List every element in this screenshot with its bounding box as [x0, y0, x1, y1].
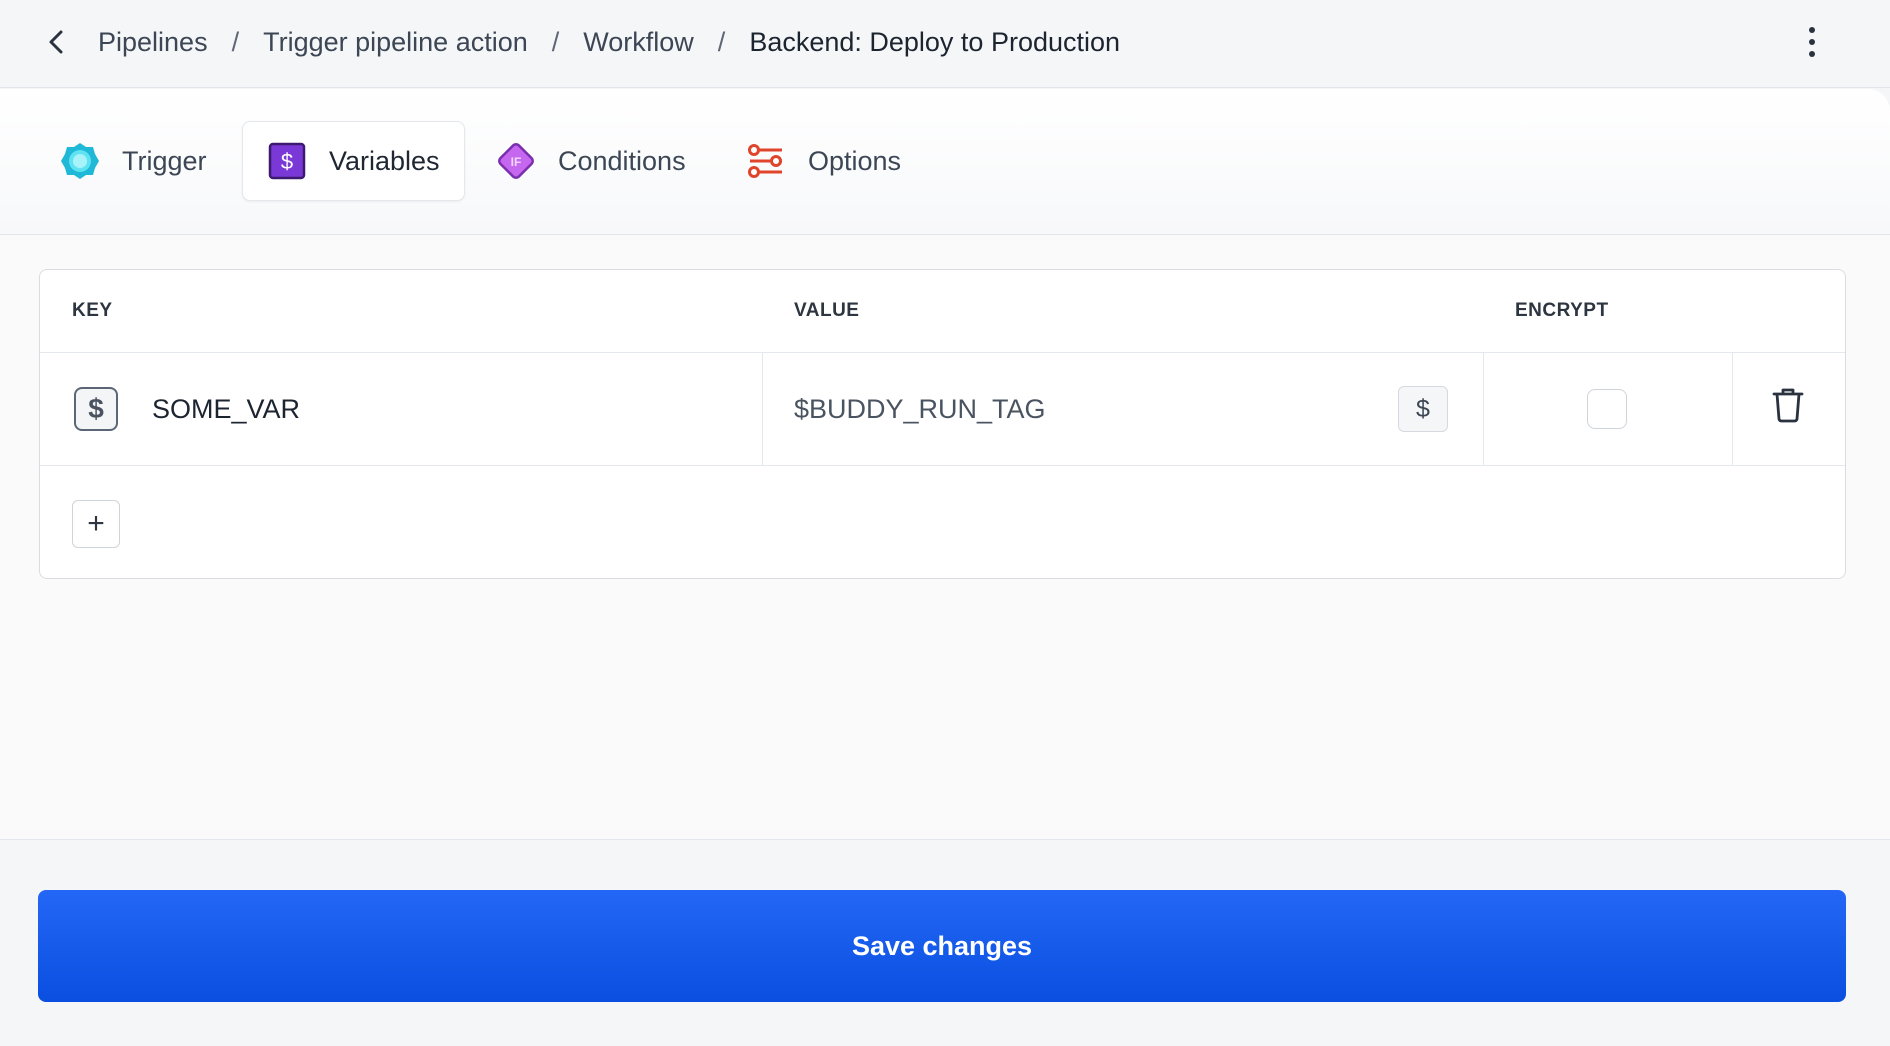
delete-variable-button[interactable] [1766, 383, 1810, 427]
breadcrumb-separator: / [551, 26, 560, 57]
breadcrumb: Pipelines / Trigger pipeline action / Wo… [98, 0, 1120, 84]
svg-text:IF: IF [511, 155, 522, 169]
breadcrumb-pipelines[interactable]: Pipelines [98, 27, 208, 58]
tab-bar: Trigger $ Variables IF Conditions Option… [0, 89, 1890, 235]
save-button[interactable]: Save changes [38, 890, 1846, 1002]
tab-trigger[interactable]: Trigger [58, 121, 229, 201]
tab-options[interactable]: Options [744, 121, 923, 201]
column-divider [1732, 353, 1733, 465]
chevron-left-icon [49, 30, 63, 54]
conditions-icon: IF [494, 139, 538, 183]
back-button[interactable] [36, 22, 76, 62]
variable-key[interactable]: SOME_VAR [152, 353, 300, 465]
tab-conditions[interactable]: IF Conditions [494, 121, 708, 201]
tab-label: Options [808, 145, 902, 176]
breadcrumb-current: Backend: Deploy to Production [749, 26, 1121, 57]
trash-icon [1772, 388, 1804, 423]
breadcrumb-workflow[interactable]: Workflow [583, 27, 694, 58]
pipeline-action-page: Pipelines / Trigger pipeline action / Wo… [0, 0, 1890, 1046]
variables-panel: KEY VALUE ENCRYPT $ SOME_VAR $BUDDY_RUN_… [0, 235, 1890, 840]
kebab-dot [1809, 27, 1815, 33]
variable-value[interactable]: $BUDDY_RUN_TAG [794, 353, 1046, 465]
column-header-encrypt: ENCRYPT [1515, 300, 1609, 321]
variable-icon: $ [265, 139, 309, 183]
tab-variables[interactable]: $ Variables [242, 121, 465, 201]
tab-label: Variables [329, 145, 440, 176]
kebab-dot [1809, 51, 1815, 57]
kebab-dot [1809, 39, 1815, 45]
column-divider [762, 353, 763, 465]
trigger-icon [58, 139, 102, 183]
breadcrumb-separator: / [717, 26, 726, 57]
svg-text:$: $ [281, 149, 293, 174]
insert-variable-button[interactable]: $ [1398, 386, 1448, 432]
encrypt-checkbox[interactable] [1587, 389, 1627, 429]
column-divider [1483, 353, 1484, 465]
column-header-value: VALUE [794, 300, 860, 321]
more-options-button[interactable] [1792, 20, 1832, 64]
add-variable-button[interactable]: + [72, 500, 120, 548]
breadcrumb-bar: Pipelines / Trigger pipeline action / Wo… [0, 0, 1890, 88]
variables-table: KEY VALUE ENCRYPT $ SOME_VAR $BUDDY_RUN_… [39, 269, 1846, 579]
options-icon [744, 139, 788, 183]
table-row: $ SOME_VAR $BUDDY_RUN_TAG $ [40, 352, 1845, 466]
variable-type-icon[interactable]: $ [74, 387, 118, 431]
column-header-key: KEY [72, 300, 113, 321]
tab-label: Conditions [558, 145, 686, 176]
breadcrumb-separator: / [231, 26, 240, 57]
breadcrumb-trigger-pipeline-action[interactable]: Trigger pipeline action [263, 27, 528, 58]
tab-label: Trigger [122, 145, 207, 176]
